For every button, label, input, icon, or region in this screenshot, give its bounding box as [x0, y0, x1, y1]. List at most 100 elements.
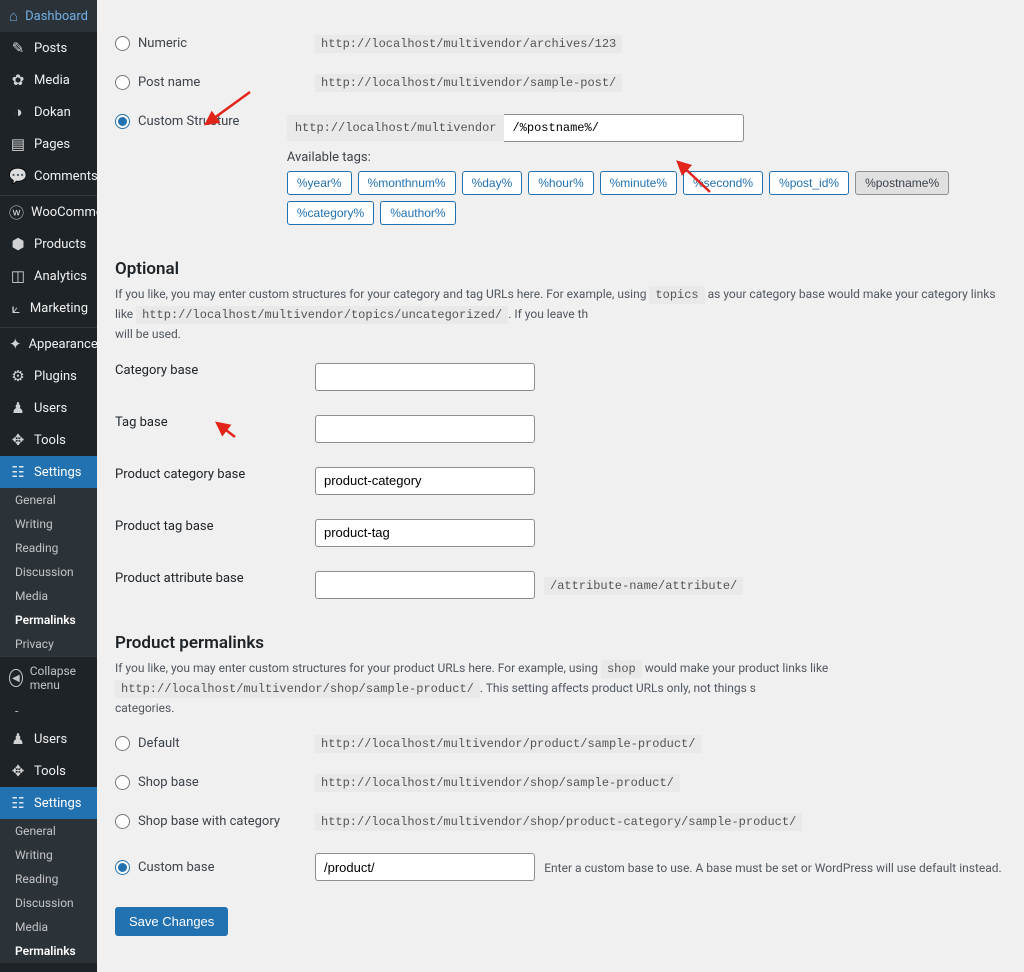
radio-label: Custom Structure [138, 114, 239, 129]
custom-structure-input[interactable] [504, 114, 744, 142]
example-code: http://localhost/multivendor/archives/12… [315, 35, 622, 53]
menu-icon: ⬢ [9, 235, 27, 253]
tag-second[interactable]: %second% [683, 171, 763, 195]
product-tag-base-input[interactable] [315, 519, 535, 547]
sidebar-item-label: Media [34, 73, 70, 88]
main-content: Numeric http://localhost/multivendor/arc… [97, 0, 1024, 972]
tag-minute[interactable]: %minute% [600, 171, 677, 195]
sidebar-item-label: Tools [34, 764, 66, 779]
sidebar-item-label: Users [34, 732, 67, 747]
sidebar-item-pages[interactable]: ▤Pages [0, 128, 97, 160]
tag-monthnum[interactable]: %monthnum% [358, 171, 456, 195]
submenu2-media[interactable]: Media [0, 915, 97, 939]
sidebar-item-label: Settings [34, 465, 81, 480]
sidebar-item-analytics[interactable]: ◫Analytics [0, 260, 97, 292]
menu-icon: ⌂ [9, 7, 18, 25]
radio-product-custom[interactable] [115, 860, 130, 875]
sidebar-item-label: Tools [34, 433, 66, 448]
radio-label: Post name [138, 75, 200, 90]
radio-label: Shop base with category [138, 814, 280, 829]
radio-label: Default [138, 736, 180, 751]
sidebar-item-posts[interactable]: ✎Posts [0, 32, 97, 64]
menu-icon: ⟀ [9, 299, 23, 317]
submenu2-general[interactable]: General [0, 819, 97, 843]
radio-label: Custom base [138, 860, 214, 875]
menu-icon: 💬 [9, 167, 27, 185]
collapse-menu[interactable]: ◀ Collapse menu [0, 656, 97, 699]
sliders-icon: ☷ [9, 463, 27, 481]
example-code: http://localhost/multivendor/shop/sample… [315, 774, 680, 792]
product-permalinks-description: If you like, you may enter custom struct… [115, 659, 1006, 719]
sidebar-item-appearance[interactable]: ✦Appearance [0, 328, 97, 360]
url-prefix: http://localhost/multivendor [287, 115, 505, 141]
sidebar-item-tools-2[interactable]: ✥ Tools [0, 755, 97, 787]
save-changes-button[interactable]: Save Changes [115, 907, 228, 936]
sidebar-item-dokan[interactable]: ◑ Dokan [0, 96, 97, 128]
tag-base-input[interactable] [315, 415, 535, 443]
settings-submenu: GeneralWritingReadingDiscussionMediaPerm… [0, 488, 97, 656]
submenu-discussion[interactable]: Discussion [0, 560, 97, 584]
menu-icon: ◑ [9, 103, 27, 121]
sidebar-item-tools[interactable]: ✥ Tools [0, 424, 97, 456]
submenu-writing[interactable]: Writing [0, 512, 97, 536]
tag-author[interactable]: %author% [380, 201, 455, 225]
category-base-input[interactable] [315, 363, 535, 391]
sidebar-item-settings[interactable]: ☷ Settings [0, 456, 97, 488]
example-code: http://localhost/multivendor/product/sam… [315, 735, 701, 753]
optional-description: If you like, you may enter custom struct… [115, 285, 1006, 345]
sidebar-item-label: Dokan [34, 105, 71, 120]
sidebar-item-users-2[interactable]: ♟ Users [0, 723, 97, 755]
label-product-category-base: Product category base [115, 467, 315, 482]
sidebar-item-plugins[interactable]: ⚙Plugins [0, 360, 97, 392]
menu-icon: ♟ [9, 730, 27, 748]
tag-postname[interactable]: %postname% [855, 171, 949, 195]
sidebar-item-products[interactable]: ⬢Products [0, 228, 97, 260]
submenu-reading[interactable]: Reading [0, 536, 97, 560]
radio-numeric[interactable] [115, 36, 130, 51]
tag-year[interactable]: %year% [287, 171, 352, 195]
tag-day[interactable]: %day% [462, 171, 523, 195]
radio-postname[interactable] [115, 75, 130, 90]
radio-product-shop[interactable] [115, 775, 130, 790]
available-tags-label: Available tags: [287, 150, 1006, 165]
section-heading-optional: Optional [115, 259, 1006, 279]
radio-custom-structure[interactable] [115, 114, 130, 129]
label-product-attribute-base: Product attribute base [115, 571, 315, 586]
product-attribute-base-input[interactable] [315, 571, 535, 599]
product-category-base-input[interactable] [315, 467, 535, 495]
sidebar-item-marketing[interactable]: ⟀ Marketing [0, 292, 97, 324]
menu-icon: ✦ [9, 335, 22, 353]
sidebar-item-media[interactable]: ✿Media [0, 64, 97, 96]
sidebar-item-label: Marketing [30, 301, 88, 316]
menu-icon: ✥ [9, 762, 27, 780]
radio-product-shop-category[interactable] [115, 814, 130, 829]
sidebar-item-users[interactable]: ♟Users [0, 392, 97, 424]
submenu-privacy[interactable]: Privacy [0, 632, 97, 656]
tag-category[interactable]: %category% [287, 201, 374, 225]
submenu2-writing[interactable]: Writing [0, 843, 97, 867]
sidebar-item-label: Dashboard [25, 9, 88, 24]
menu-icon: ✥ [9, 431, 27, 449]
radio-label: Shop base [138, 775, 199, 790]
sidebar-item-label: Pages [34, 137, 70, 152]
sidebar-item-woocommerce[interactable]: ⓦWooCommerce [0, 196, 97, 228]
sidebar-item-settings-2[interactable]: ☷ Settings [0, 787, 97, 819]
submenu-permalinks[interactable]: Permalinks [0, 608, 97, 632]
sidebar-item-dashboard[interactable]: ⌂ Dashboard [0, 0, 97, 32]
sidebar-item-label: Comments [34, 169, 98, 184]
tag-post_id[interactable]: %post_id% [769, 171, 849, 195]
submenu-general[interactable]: General [0, 488, 97, 512]
sidebar-item-comments[interactable]: 💬 Comments [0, 160, 97, 192]
product-custom-base-input[interactable] [315, 853, 535, 881]
submenu2-discussion[interactable]: Discussion [0, 891, 97, 915]
tag-hour[interactable]: %hour% [528, 171, 593, 195]
section-heading-product-permalinks: Product permalinks [115, 633, 1006, 653]
example-code: http://localhost/multivendor/shop/produc… [315, 813, 802, 831]
sidebar-item-label: Settings [34, 796, 81, 811]
radio-product-default[interactable] [115, 736, 130, 751]
submenu2-permalinks[interactable]: Permalinks [0, 939, 97, 963]
attribute-suffix-code: /attribute-name/attribute/ [544, 577, 743, 595]
submenu2-reading[interactable]: Reading [0, 867, 97, 891]
available-tags: %year%%monthnum%%day%%hour% %minute%%seco… [287, 171, 1006, 225]
submenu-media[interactable]: Media [0, 584, 97, 608]
